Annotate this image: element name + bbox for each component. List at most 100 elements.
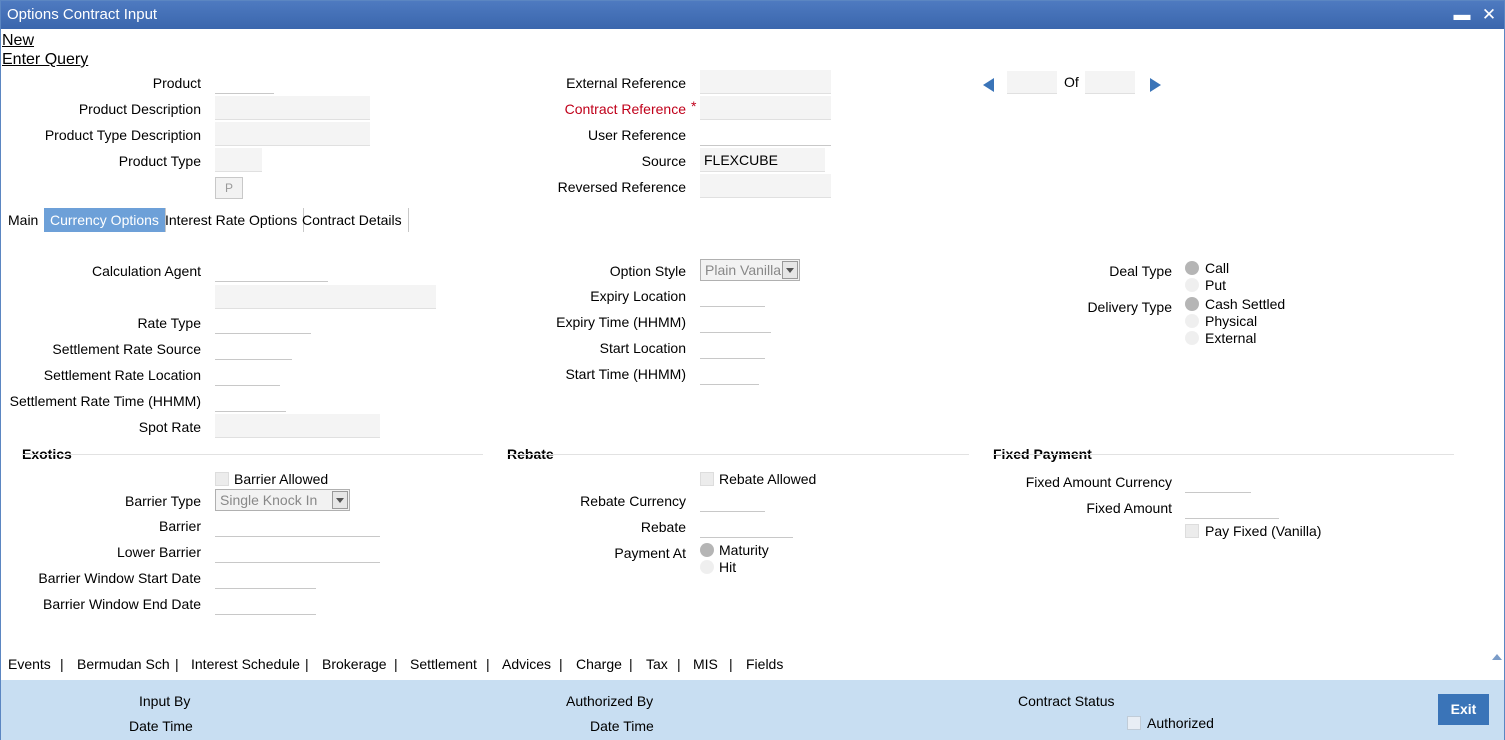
barrier-type-select[interactable]: Single Knock In xyxy=(215,489,350,511)
barrier-type-value: Single Knock In xyxy=(220,492,318,508)
settlement-rate-location-input[interactable] xyxy=(215,362,280,386)
brokerage-link[interactable]: Brokerage xyxy=(322,656,387,672)
contract-reference-input[interactable] xyxy=(700,96,831,120)
reversed-reference-input[interactable] xyxy=(700,174,831,198)
product-type-input[interactable] xyxy=(215,148,262,172)
fixed-amount-label: Fixed Amount xyxy=(1086,500,1172,516)
tab-main[interactable]: Main xyxy=(2,208,46,232)
deal-type-put-label: Put xyxy=(1205,277,1227,293)
option-style-label: Option Style xyxy=(609,263,686,279)
input-by-label: Input By xyxy=(139,693,191,709)
new-link[interactable]: New xyxy=(2,32,34,50)
rebate-label: Rebate xyxy=(640,519,686,535)
tab-currency-options[interactable]: Currency Options xyxy=(44,208,166,232)
previous-record-icon[interactable] xyxy=(983,78,994,92)
product-input[interactable] xyxy=(215,70,274,94)
source-label: Source xyxy=(641,153,686,169)
delivery-external-radio[interactable] xyxy=(1185,331,1199,345)
expiry-time-input[interactable] xyxy=(700,309,771,333)
source-input[interactable]: FLEXCUBE xyxy=(700,148,825,172)
delivery-external-label: External xyxy=(1205,330,1257,346)
deal-type-label: Deal Type xyxy=(1109,263,1172,279)
lower-barrier-input[interactable] xyxy=(215,539,380,563)
title-bar: Options Contract Input ▬ ✕ xyxy=(1,1,1504,29)
rebate-allowed-checkbox[interactable] xyxy=(700,472,714,486)
delivery-cash-settled-radio[interactable] xyxy=(1185,297,1199,311)
barrier-type-label: Barrier Type xyxy=(125,493,201,509)
deal-type-put-radio[interactable] xyxy=(1185,278,1199,292)
product-description-input[interactable] xyxy=(215,96,370,120)
payment-at-hit-radio[interactable] xyxy=(700,560,714,574)
tab-contract-details[interactable]: Contract Details xyxy=(296,208,409,232)
barrier-allowed-checkbox[interactable] xyxy=(215,472,229,486)
authorized-date-time-label: Date Time xyxy=(590,718,654,734)
rebate-input[interactable] xyxy=(700,514,793,538)
chevron-down-icon[interactable] xyxy=(782,261,798,279)
settlement-rate-source-input[interactable] xyxy=(215,336,292,360)
barrier-window-end-label: Barrier Window End Date xyxy=(43,596,201,612)
barrier-window-start-input[interactable] xyxy=(215,565,316,589)
interest-schedule-link[interactable]: Interest Schedule xyxy=(191,656,300,672)
exit-button[interactable]: Exit xyxy=(1438,694,1489,725)
delivery-cash-settled-label: Cash Settled xyxy=(1205,296,1286,312)
next-record-icon[interactable] xyxy=(1150,78,1161,92)
rebate-currency-input[interactable] xyxy=(700,488,765,512)
expiry-location-input[interactable] xyxy=(700,283,765,307)
rate-type-label: Rate Type xyxy=(137,315,201,331)
advices-link[interactable]: Advices xyxy=(502,656,551,672)
user-reference-input[interactable] xyxy=(700,122,831,146)
pay-fixed-vanilla-checkbox[interactable] xyxy=(1185,524,1199,538)
rebate-divider xyxy=(507,454,969,455)
mis-link[interactable]: MIS xyxy=(693,656,718,672)
spot-rate-input[interactable] xyxy=(215,414,380,438)
product-p-button[interactable]: P xyxy=(215,177,243,199)
delivery-physical-label: Physical xyxy=(1205,313,1258,329)
link-separator: | xyxy=(559,656,563,672)
rate-type-input[interactable] xyxy=(215,310,311,334)
settlement-link[interactable]: Settlement xyxy=(410,656,477,672)
option-style-select[interactable]: Plain Vanilla xyxy=(700,259,800,281)
product-type-description-input[interactable] xyxy=(215,122,370,146)
calculation-agent-description xyxy=(215,285,436,309)
total-records-input[interactable] xyxy=(1085,71,1135,94)
settlement-rate-source-label: Settlement Rate Source xyxy=(52,341,201,357)
events-link[interactable]: Events xyxy=(8,656,51,672)
payment-at-maturity-radio[interactable] xyxy=(700,543,714,557)
external-reference-input[interactable] xyxy=(700,70,831,94)
barrier-window-end-input[interactable] xyxy=(215,591,316,615)
link-separator: | xyxy=(305,656,309,672)
calculation-agent-input[interactable] xyxy=(215,258,328,282)
delivery-physical-radio[interactable] xyxy=(1185,314,1199,328)
tab-interest-rate-options[interactable]: Interest Rate Options xyxy=(159,208,305,232)
settlement-rate-time-input[interactable] xyxy=(215,388,286,412)
barrier-input[interactable] xyxy=(215,513,380,537)
link-separator: | xyxy=(629,656,633,672)
options-contract-window: Options Contract Input ▬ ✕ New Enter Que… xyxy=(0,0,1505,740)
fields-link[interactable]: Fields xyxy=(746,656,783,672)
bermudan-sch-link[interactable]: Bermudan Sch xyxy=(77,656,170,672)
start-location-input[interactable] xyxy=(700,335,765,359)
product-type-label: Product Type xyxy=(118,153,201,169)
start-time-label: Start Time (HHMM) xyxy=(565,366,686,382)
link-separator: | xyxy=(60,656,64,672)
minimize-icon[interactable]: ▬ xyxy=(1453,5,1471,25)
fixed-amount-currency-input[interactable] xyxy=(1185,469,1251,493)
scroll-up-icon[interactable] xyxy=(1492,654,1502,660)
barrier-allowed-label: Barrier Allowed xyxy=(234,471,329,487)
charge-link[interactable]: Charge xyxy=(576,656,622,672)
deal-type-call-label: Call xyxy=(1205,260,1230,276)
start-time-input[interactable] xyxy=(700,361,759,385)
option-style-value: Plain Vanilla xyxy=(705,262,782,278)
enter-query-link[interactable]: Enter Query xyxy=(2,51,88,69)
link-separator: | xyxy=(394,656,398,672)
chevron-down-icon[interactable] xyxy=(332,491,348,509)
current-record-input[interactable] xyxy=(1007,71,1057,94)
source-value: FLEXCUBE xyxy=(704,152,778,168)
authorized-checkbox[interactable] xyxy=(1127,716,1141,730)
close-icon[interactable]: ✕ xyxy=(1480,5,1498,25)
payment-at-label: Payment At xyxy=(614,545,686,561)
product-type-description-label: Product Type Description xyxy=(44,127,201,143)
fixed-amount-input[interactable] xyxy=(1185,495,1279,519)
tax-link[interactable]: Tax xyxy=(646,656,668,672)
deal-type-call-radio[interactable] xyxy=(1185,261,1199,275)
